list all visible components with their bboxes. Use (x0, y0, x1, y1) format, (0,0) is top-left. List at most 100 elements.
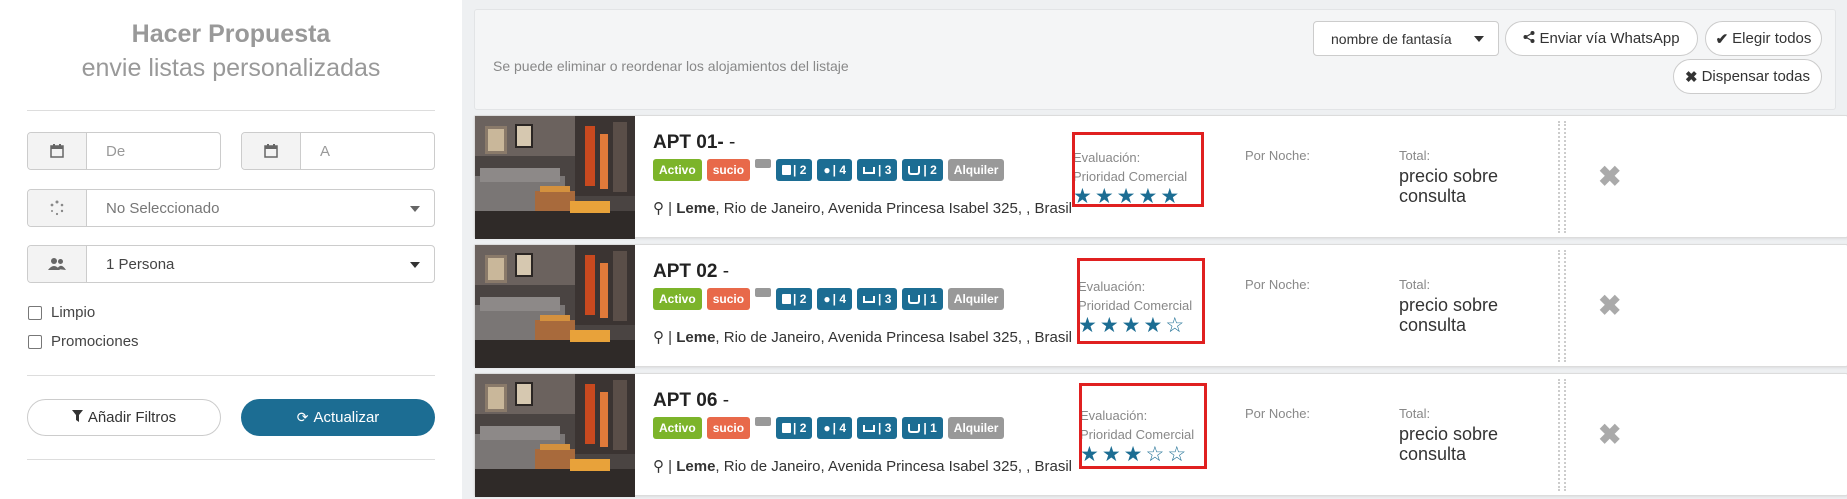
bath-icon (908, 423, 921, 433)
proposal-sidebar: Hacer Propuesta envie listas personaliza… (0, 0, 462, 499)
bedrooms-badge: | 2 (776, 417, 813, 439)
whatsapp-button[interactable]: Enviar vía WhatsApp (1505, 21, 1698, 56)
price-text: precio sobre consulta (1399, 166, 1499, 206)
sort-select-value: nombre de fantasía (1331, 30, 1452, 47)
status-select[interactable]: No Seleccionado (27, 189, 435, 227)
divider (27, 459, 435, 460)
listing-title: APT 01- - (653, 132, 735, 154)
calendar-icon (28, 133, 87, 169)
checkbox-promociones[interactable]: Promociones (28, 333, 139, 350)
remove-column: ✖ (1575, 374, 1847, 495)
bedrooms-count: | 2 (793, 421, 807, 435)
bath-icon (908, 294, 921, 304)
guests-badge: ● | 4 (817, 159, 853, 181)
listing-suffix: - (729, 132, 736, 153)
baths-count: | 1 (923, 421, 937, 435)
divider (27, 375, 435, 376)
listing-suffix: - (722, 261, 730, 282)
apartment-photo (475, 116, 635, 239)
status-select-text: No Seleccionado (106, 199, 220, 217)
people-select[interactable]: 1 Persona (27, 245, 435, 283)
apartment-photo (475, 374, 635, 497)
beds-badge: | 3 (857, 159, 898, 181)
drag-handle[interactable] (1558, 121, 1566, 233)
user-icon: ● (823, 163, 831, 177)
listing-card[interactable]: APT 06 - Activo sucio | 2 ● | 4 | 3 | 1 Alquiler… (474, 373, 1847, 497)
listing-name: APT 01- (653, 132, 724, 153)
neighborhood: Leme (676, 458, 716, 475)
remove-icon[interactable]: ✖ (1598, 418, 1621, 451)
status-badge: Activo (653, 288, 702, 310)
guests-count: | 4 (832, 163, 847, 177)
add-filters-label: Añadir Filtros (87, 409, 177, 426)
sidebar-title: Hacer Propuesta (131, 20, 331, 48)
type-badge: Alquiler (947, 417, 1005, 439)
per-night-label: Por Noche: (1245, 406, 1311, 421)
chevron-down-icon (410, 262, 420, 268)
baths-badge: | 2 (902, 159, 943, 181)
drag-handle[interactable] (1558, 379, 1566, 491)
clean-badge: sucio (706, 417, 751, 439)
checkbox-box[interactable] (28, 305, 42, 320)
drag-handle[interactable] (1558, 250, 1566, 362)
sort-select[interactable]: nombre de fantasía (1313, 21, 1499, 56)
date-to-input[interactable]: A (301, 133, 434, 169)
address: , Rio de Janeiro, Avenida Princesa Isabe… (715, 458, 1073, 475)
remove-column: ✖ (1575, 245, 1847, 366)
chevron-down-icon (410, 206, 420, 212)
map-marker-icon: ⚲ (653, 329, 664, 346)
check-icon: ✔ (1715, 30, 1729, 48)
clean-badge: sucio (706, 159, 751, 181)
type-badge: Alquiler (947, 159, 1005, 181)
date-to-field[interactable]: A (241, 132, 435, 170)
guests-badge: ● | 4 (817, 417, 853, 439)
bath-icon (908, 165, 921, 175)
checkbox-limpio[interactable]: Limpio (28, 304, 95, 321)
per-night-label: Por Noche: (1245, 148, 1311, 163)
date-from-field[interactable]: De (27, 132, 221, 170)
update-label: Actualizar (313, 409, 380, 426)
neighborhood: Leme (676, 200, 716, 217)
bedrooms-count: | 2 (793, 163, 807, 177)
update-button[interactable]: ⟳ Actualizar (241, 399, 435, 436)
listing-location: ⚲ | Leme, Rio de Janeiro, Avenida Prince… (653, 458, 1073, 475)
map-marker-icon: ⚲ (653, 200, 664, 217)
status-select-value[interactable]: No Seleccionado (87, 190, 434, 226)
dismiss-all-button[interactable]: ✖ Dispensar todas (1673, 59, 1822, 94)
spinner-icon (28, 190, 87, 226)
door-icon (782, 294, 792, 304)
listing-name: APT 02 (653, 261, 718, 282)
bedrooms-count: | 2 (793, 292, 807, 306)
dismiss-all-label: Dispensar todas (1701, 68, 1810, 85)
checkbox-label: Limpio (51, 304, 96, 321)
chevron-down-icon (1474, 36, 1484, 42)
choose-all-button[interactable]: ✔ Elegir todos (1705, 21, 1822, 56)
user-icon: ● (823, 421, 831, 435)
price-text: precio sobre consulta (1399, 295, 1499, 335)
date-from-input[interactable]: De (87, 133, 220, 169)
listing-location: ⚲ | Leme, Rio de Janeiro, Avenida Prince… (653, 200, 1073, 217)
add-filters-button[interactable]: Añadir Filtros (27, 399, 221, 436)
remove-icon[interactable]: ✖ (1598, 160, 1621, 193)
listing-suffix: - (722, 390, 730, 411)
listing-card[interactable]: APT 01- - Activo sucio | 2 ● | 4 | 3 | 2 Alquile… (474, 115, 1847, 239)
address: , Rio de Janeiro, Avenida Princesa Isabe… (715, 329, 1073, 346)
checkbox-label: Promociones (51, 333, 139, 350)
bed-icon (863, 424, 876, 432)
listing-card[interactable]: APT 02 - Activo sucio | 2 ● | 4 | 3 | 1 Alquiler… (474, 244, 1847, 368)
bedrooms-badge: | 2 (776, 159, 813, 181)
empty-badge (755, 288, 772, 297)
people-select-value[interactable]: 1 Persona (87, 246, 434, 282)
badge-row: Activo sucio | 2 ● | 4 | 3 | 1 Alquiler (653, 288, 1009, 310)
neighborhood: Leme (676, 329, 716, 346)
clean-badge: sucio (706, 288, 751, 310)
divider (27, 110, 435, 111)
checkbox-box[interactable] (28, 334, 42, 349)
toolbar-hint: Se puede eliminar o reordenar los alojam… (493, 58, 849, 74)
beds-badge: | 3 (857, 288, 898, 310)
remove-icon[interactable]: ✖ (1598, 289, 1621, 322)
guests-count: | 4 (832, 421, 847, 435)
highlight-box (1077, 258, 1205, 344)
guests-badge: ● | 4 (817, 288, 853, 310)
choose-all-label: Elegir todos (1732, 30, 1812, 47)
